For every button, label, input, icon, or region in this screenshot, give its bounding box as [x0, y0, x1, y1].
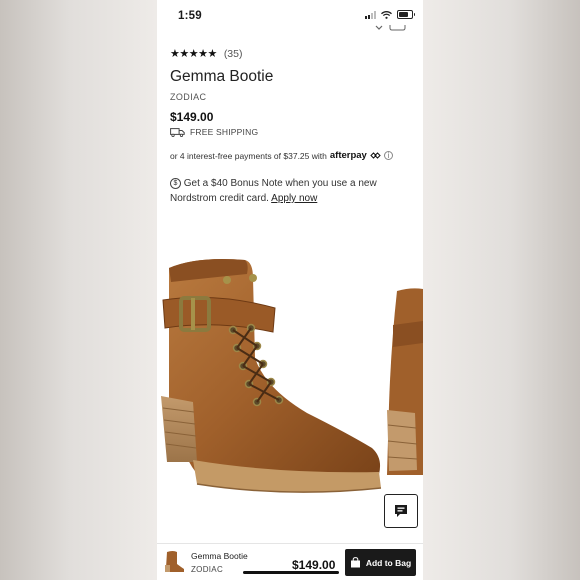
sticky-purchase-bar: Gemma Bootie ZODIAC $149.00 Add to Bag	[157, 543, 423, 580]
next-product-image[interactable]	[387, 285, 423, 485]
review-count[interactable]: (35)	[224, 48, 243, 60]
status-time: 1:59	[178, 10, 202, 22]
home-indicator[interactable]	[243, 571, 339, 574]
product-thumbnail	[165, 551, 184, 572]
shipping-label: FREE SHIPPING	[190, 127, 259, 137]
afterpay-logo: afterpay	[329, 150, 367, 161]
wifi-icon	[381, 10, 392, 19]
scrolled-toolbar-icons	[375, 25, 406, 31]
status-icons	[365, 10, 415, 19]
bar-product-brand: ZODIAC	[191, 565, 224, 574]
afterpay-installments: or 4 interest-free payments of $37.25 wi…	[170, 150, 393, 161]
product-title: Gemma Bootie	[170, 68, 274, 85]
add-to-bag-button[interactable]: Add to Bag	[345, 549, 416, 576]
add-to-bag-label: Add to Bag	[365, 557, 412, 568]
shopping-bag-icon	[350, 557, 360, 568]
shipping-info: FREE SHIPPING	[170, 127, 258, 137]
product-brand[interactable]: ZODIAC	[170, 92, 206, 102]
bar-product-title: Gemma Bootie	[191, 551, 248, 561]
product-price: $149.00	[170, 110, 214, 124]
product-rating[interactable]: ★★★★★ (35)	[170, 47, 243, 61]
bar-product-price: $149.00	[292, 558, 336, 572]
chat-button[interactable]	[384, 494, 418, 528]
afterpay-arrows-icon	[370, 152, 381, 159]
battery-icon	[397, 10, 415, 19]
apply-now-link[interactable]: Apply now	[271, 193, 317, 204]
product-image[interactable]	[157, 248, 383, 526]
chat-bubble-icon	[395, 505, 407, 517]
bonus-note-offer: $ Get a $40 Bonus Note when you use a ne…	[170, 176, 405, 206]
truck-icon	[170, 127, 185, 137]
phone-screen: 1:59 ★★★★★ (35) Gemma Bootie ZODIAC $149…	[157, 0, 423, 580]
info-icon[interactable]: i	[383, 151, 393, 160]
rating-stars-icon: ★★★★★	[170, 48, 217, 60]
dollar-circle-icon: $	[170, 177, 181, 189]
signal-icon	[365, 10, 376, 19]
installments-text: or 4 interest-free payments of $37.25 wi…	[170, 150, 327, 161]
